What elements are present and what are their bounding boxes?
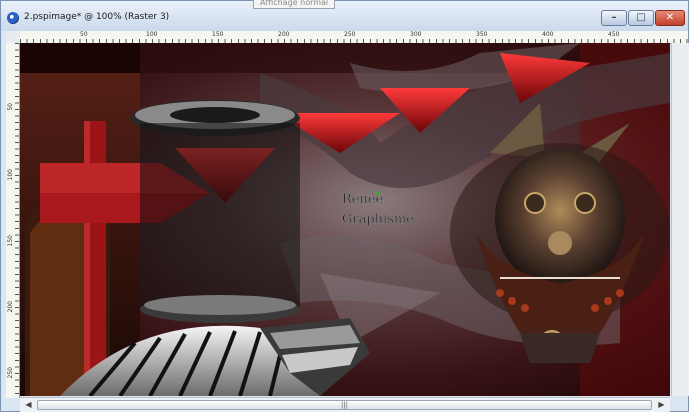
ruler-top-label: 350	[476, 31, 488, 38]
ruler-top-label: 150	[212, 31, 224, 38]
scroll-right-icon[interactable]: ▶	[655, 399, 668, 411]
ruler-left-label: 100	[7, 169, 14, 181]
close-button[interactable]: ✕	[655, 10, 685, 26]
ruler-top-label: 100	[146, 31, 158, 38]
size-grip[interactable]	[671, 397, 688, 411]
image-canvas[interactable]: Renée Graphisme	[20, 43, 670, 396]
ruler-top-label: 450	[608, 31, 620, 38]
scroll-thumb[interactable]: |||	[37, 400, 652, 410]
ruler-top-label: 400	[542, 31, 554, 38]
window-title: 2.pspimage* @ 100% (Raster 3)	[24, 12, 170, 22]
artwork: Renée Graphisme	[20, 43, 670, 396]
ruler-left-label: 50	[7, 103, 14, 111]
ruler-left-label: 250	[7, 367, 14, 379]
vertical-ruler[interactable]: 50 100 150 200 250	[6, 43, 20, 398]
ruler-top-label: 250	[344, 31, 356, 38]
vertical-scrollbar[interactable]	[671, 43, 689, 396]
watermark-line2: Graphisme	[342, 212, 414, 227]
title-bar[interactable]: 2.pspimage* @ 100% (Raster 3) – □ ✕	[1, 1, 688, 31]
ruler-left-label: 150	[7, 235, 14, 247]
minimize-button[interactable]: –	[601, 10, 627, 26]
ruler-top-label: 200	[278, 31, 290, 38]
scroll-left-icon[interactable]: ◀	[22, 399, 35, 411]
horizontal-scrollbar[interactable]: ◀ ||| ▶	[20, 397, 670, 412]
image-window: 2.pspimage* @ 100% (Raster 3) – □ ✕ Affi…	[0, 0, 689, 412]
app-icon[interactable]	[7, 12, 19, 24]
maximize-button[interactable]: □	[628, 10, 654, 26]
ruler-left-label: 200	[7, 301, 14, 313]
ruler-top-label: 300	[410, 31, 422, 38]
tooltip: Affichage normal	[253, 0, 336, 9]
ruler-top-label: 50	[80, 31, 88, 38]
scroll-grip-icon: |||	[340, 401, 349, 409]
